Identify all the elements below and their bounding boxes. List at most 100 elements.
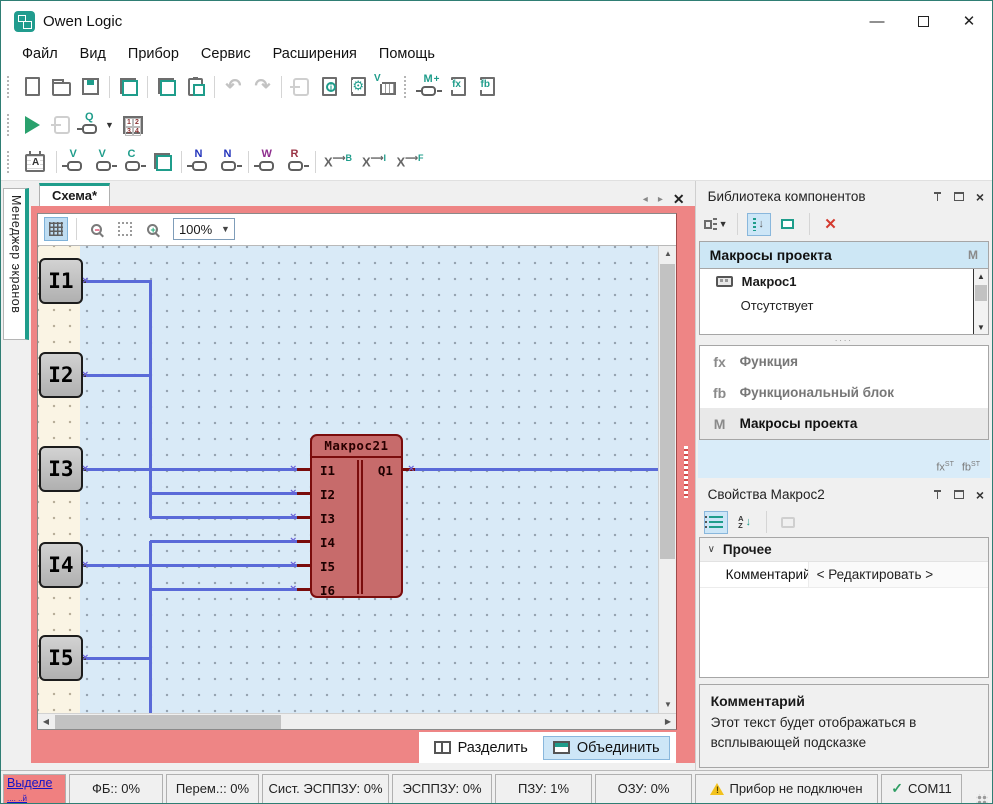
alphabetical-sort-button[interactable]: AZ↓ xyxy=(733,511,757,534)
new-file-button[interactable] xyxy=(18,73,47,101)
redo-button[interactable]: ↷ xyxy=(248,73,277,101)
scroll-up-icon[interactable]: ▲ xyxy=(659,246,677,262)
variables-table-button[interactable]: V xyxy=(373,73,402,101)
split-button[interactable]: Разделить xyxy=(425,737,537,759)
close-icon[interactable]: × xyxy=(976,488,984,502)
network-input-button[interactable]: N xyxy=(186,148,215,176)
network-output-button[interactable]: N xyxy=(215,148,244,176)
constant-button[interactable]: C xyxy=(119,148,148,176)
property-row-comment[interactable]: Комментарий < Редактировать > xyxy=(700,562,988,588)
scroll-up-icon[interactable]: ▲ xyxy=(974,269,988,283)
input-block-i1[interactable]: I1 xyxy=(39,258,83,304)
add-macro-button[interactable]: M+ xyxy=(415,73,444,101)
print-button[interactable] xyxy=(114,73,143,101)
collapse-folders-button[interactable] xyxy=(776,213,800,236)
screens-manager-button[interactable]: A xyxy=(18,148,52,176)
open-file-button[interactable] xyxy=(47,73,76,101)
menu-item-4[interactable]: Расширения xyxy=(262,44,368,64)
scroll-down-icon[interactable]: ▼ xyxy=(974,320,988,334)
vertical-scroll-thumb[interactable] xyxy=(660,264,675,559)
upload-program-button[interactable] xyxy=(47,111,76,139)
write-to-device-button[interactable] xyxy=(286,73,315,101)
toggle-grid-button[interactable] xyxy=(44,217,68,241)
merge-button[interactable]: Объединить xyxy=(543,736,670,760)
vertical-scrollbar[interactable]: ▲ ▼ xyxy=(658,246,676,713)
tab-scroll-left-icon[interactable]: ◂ xyxy=(643,194,648,205)
list-scroll-thumb[interactable] xyxy=(975,285,987,301)
selection-link[interactable]: Выделе xyxy=(7,777,52,790)
convert-to-int-button[interactable]: X⟶I xyxy=(356,148,392,176)
list-scrollbar[interactable]: ▲ ▼ xyxy=(973,269,988,334)
tab-close-icon[interactable]: ✕ xyxy=(673,192,685,206)
categorized-view-button[interactable] xyxy=(704,511,728,534)
zoom-out-button[interactable]: − xyxy=(85,217,109,241)
dropdown-caret-icon[interactable]: ▼ xyxy=(105,120,114,130)
category-row-M[interactable]: MМакросы проекта xyxy=(700,408,988,439)
zoom-in-button[interactable]: + xyxy=(141,217,165,241)
toolbar-grip[interactable] xyxy=(7,76,13,98)
write-variable-button[interactable]: W xyxy=(253,148,282,176)
macro-block[interactable]: Макрос21I1I2I3I4I5I6Q1 xyxy=(310,434,403,598)
sort-button[interactable]: ↓ xyxy=(747,213,771,236)
zoom-fit-button[interactable] xyxy=(113,217,137,241)
convert-to-float-button[interactable]: X⟶F xyxy=(392,148,428,176)
restore-icon[interactable] xyxy=(954,490,964,499)
library-item-1[interactable]: Отсутствует xyxy=(700,293,988,317)
close-button[interactable]: ✕ xyxy=(946,5,992,37)
panel-splitter-handle[interactable] xyxy=(684,446,688,498)
menu-item-1[interactable]: Вид xyxy=(69,44,117,64)
tab-schema[interactable]: Схема* xyxy=(39,183,110,206)
device-info-button[interactable]: i xyxy=(315,73,344,101)
maximize-button[interactable] xyxy=(900,5,946,37)
menu-item-3[interactable]: Сервис xyxy=(190,44,262,64)
toolbar-grip[interactable] xyxy=(7,151,13,173)
menu-item-5[interactable]: Помощь xyxy=(368,44,446,64)
menu-item-0[interactable]: Файл xyxy=(11,44,69,64)
status-cell-link[interactable]: Выделе.... ..й xyxy=(3,774,66,804)
library-item-0[interactable]: Макрос1 xyxy=(700,269,988,293)
category-row-fx[interactable]: fxФункция xyxy=(700,346,988,377)
window-resize-grip[interactable] xyxy=(976,794,988,804)
macros-group-header[interactable]: Макросы проекта M xyxy=(700,242,988,268)
schematic-canvas[interactable]: ××××××××××××I1I2I3I4I5Макрос21I1I2I3I4I5… xyxy=(38,246,658,713)
horizontal-scroll-thumb[interactable] xyxy=(55,715,281,729)
toolbar-grip[interactable] xyxy=(404,76,410,98)
copy-button[interactable] xyxy=(152,73,181,101)
scroll-left-icon[interactable]: ◀ xyxy=(38,714,54,730)
input-block-i5[interactable]: I5 xyxy=(39,635,83,681)
property-group-row[interactable]: ∨ Прочее xyxy=(700,538,988,562)
scroll-down-icon[interactable]: ▼ xyxy=(659,697,677,713)
horizontal-splitter[interactable]: ∙∙∙∙ xyxy=(698,335,990,345)
input-variable-button[interactable]: V xyxy=(61,148,90,176)
chevron-expand-icon[interactable]: ∨ xyxy=(708,544,715,555)
pin-icon[interactable] xyxy=(933,490,942,499)
output-variable-button[interactable]: V xyxy=(90,148,119,176)
toolbar-grip[interactable] xyxy=(7,114,13,136)
tab-scroll-right-icon[interactable]: ▸ xyxy=(658,194,663,205)
restore-icon[interactable] xyxy=(954,192,964,201)
input-block-i2[interactable]: I2 xyxy=(39,352,83,398)
function-block-editor-button[interactable]: fb xyxy=(473,73,502,101)
convert-to-bool-button[interactable]: X⟶B xyxy=(320,148,356,176)
start-simulation-button[interactable] xyxy=(18,111,47,139)
close-icon[interactable]: × xyxy=(976,190,984,204)
menu-item-2[interactable]: Прибор xyxy=(117,44,190,64)
undo-button[interactable]: ↶ xyxy=(219,73,248,101)
read-variable-button[interactable]: R xyxy=(282,148,311,176)
paste-button[interactable] xyxy=(181,73,210,101)
print-form-button[interactable] xyxy=(148,148,177,176)
input-block-i3[interactable]: I3 xyxy=(39,446,83,492)
horizontal-scrollbar[interactable]: ◀ ▶ xyxy=(38,713,676,729)
output-block-button[interactable]: Q ▼ xyxy=(76,111,116,139)
input-block-i4[interactable]: I4 xyxy=(39,542,83,588)
display-layout-button[interactable]: 1234 xyxy=(116,111,150,139)
delete-button[interactable]: ✕ xyxy=(819,213,843,236)
minimize-button[interactable]: — xyxy=(854,5,900,37)
pin-icon[interactable] xyxy=(933,192,942,201)
property-pages-button[interactable] xyxy=(776,511,800,534)
fb-st-icon[interactable]: fbST xyxy=(962,461,980,474)
screens-manager-tab[interactable]: Менеджер экранов xyxy=(3,188,29,340)
zoom-level-select[interactable]: 100% ▼ xyxy=(173,218,235,240)
category-row-fb[interactable]: fbФункциональный блок xyxy=(700,377,988,408)
function-editor-button[interactable]: fx xyxy=(444,73,473,101)
